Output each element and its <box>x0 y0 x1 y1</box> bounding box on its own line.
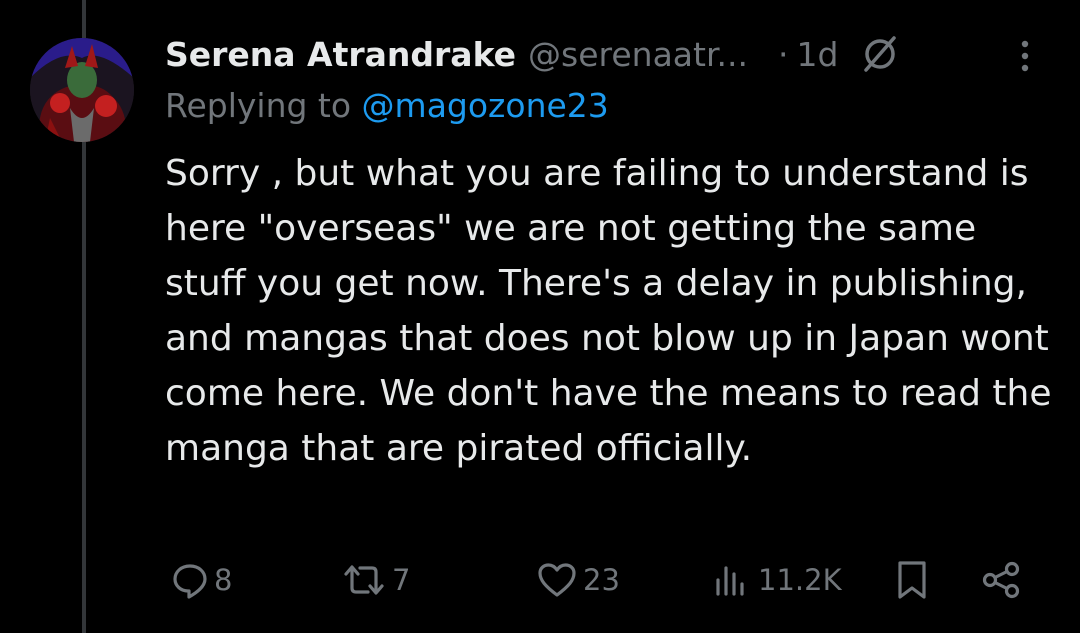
more-vertical-icon[interactable] <box>1010 36 1040 76</box>
repost-icon <box>340 560 388 600</box>
grok-slash-icon[interactable] <box>858 32 902 76</box>
repost-count: 7 <box>392 563 411 597</box>
comment-icon <box>170 560 210 600</box>
analytics-icon <box>710 560 754 600</box>
tweet-text: Sorry , but what you are failing to unde… <box>165 153 1052 469</box>
reply-count: 8 <box>214 563 233 597</box>
reply-handle-link[interactable]: @magozone23 <box>362 86 609 125</box>
timestamp[interactable]: 1d <box>796 35 838 74</box>
views-button[interactable]: 11.2K <box>710 555 842 605</box>
share-icon <box>980 558 1024 602</box>
tweet-header: Serena Atrandrake @serenaatr... · 1d <box>165 28 902 80</box>
like-count: 23 <box>583 563 620 597</box>
share-button[interactable] <box>980 555 1024 605</box>
avatar[interactable] <box>30 38 134 142</box>
bookmark-button[interactable] <box>890 555 934 605</box>
author-handle[interactable]: @serenaatr... <box>528 35 748 74</box>
action-bar: 8 7 23 11.2K <box>165 555 1045 605</box>
reply-button[interactable]: 8 <box>170 555 232 605</box>
views-count: 11.2K <box>758 563 842 597</box>
heart-icon <box>535 560 579 600</box>
replying-to: Replying to @magozone23 <box>165 86 609 125</box>
like-button[interactable]: 23 <box>535 555 620 605</box>
avatar-image <box>30 38 134 142</box>
author-name[interactable]: Serena Atrandrake <box>165 35 516 74</box>
separator-dot: · <box>777 34 789 74</box>
bookmark-icon <box>890 558 934 602</box>
reply-prefix: Replying to <box>165 86 362 125</box>
repost-button[interactable]: 7 <box>340 555 410 605</box>
